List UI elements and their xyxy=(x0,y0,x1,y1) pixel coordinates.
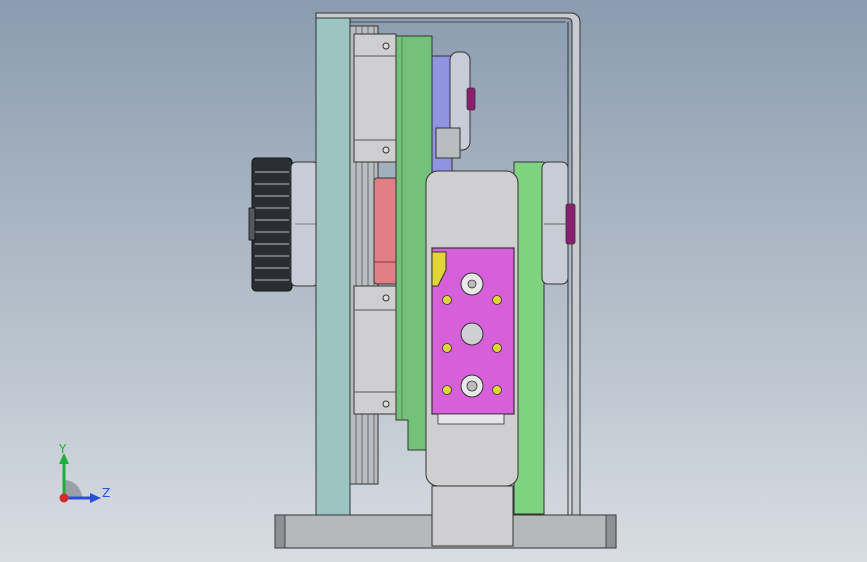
motor-shaft-top-inner xyxy=(467,279,477,289)
bearing-block-upper[interactable] xyxy=(353,33,397,163)
base-plate-slot-left xyxy=(274,514,286,549)
cam-roller-right[interactable] xyxy=(541,161,569,285)
timing-pulley[interactable] xyxy=(251,157,293,292)
side-panel-teal[interactable] xyxy=(315,17,351,516)
mount-pedestal[interactable] xyxy=(431,485,514,547)
motor-shaft-hole-center[interactable] xyxy=(460,322,484,346)
block-upper-screw-2 xyxy=(382,146,390,154)
motor-plate-foot xyxy=(437,413,505,425)
bearing-block-lower[interactable] xyxy=(353,285,397,415)
block-upper-screw-1 xyxy=(382,42,390,50)
triad-y-label: Y xyxy=(59,442,67,456)
pulley-hub xyxy=(248,207,256,241)
motor-shaft-bottom-inner xyxy=(466,380,478,392)
triad-z-arrow xyxy=(90,493,101,503)
block-lower-screw-2 xyxy=(382,400,390,408)
pin-block xyxy=(435,127,461,159)
cam-knob-upper[interactable] xyxy=(466,87,476,111)
cad-viewport[interactable]: Y Z xyxy=(0,0,867,562)
cam-knob-right[interactable] xyxy=(565,203,576,245)
triad-x-origin xyxy=(59,493,69,503)
assembly-model[interactable] xyxy=(0,0,867,562)
triad-z-label: Z xyxy=(102,486,111,500)
block-lower-screw-1 xyxy=(382,294,390,302)
base-plate-slot-right xyxy=(605,514,617,549)
